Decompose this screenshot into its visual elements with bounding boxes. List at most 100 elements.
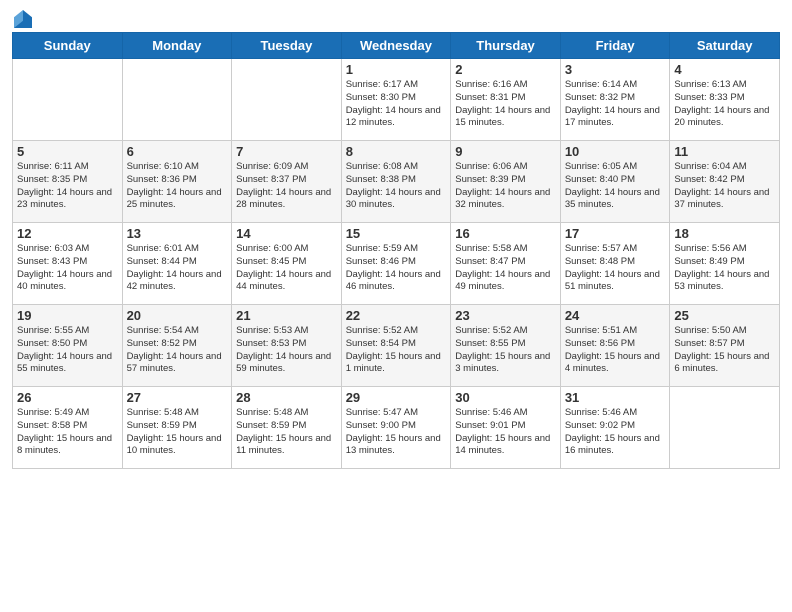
calendar-week-2: 5 Sunrise: 6:11 AMSunset: 8:35 PMDaylight… [13, 141, 780, 223]
day-info: Sunrise: 5:56 AMSunset: 8:49 PMDaylight:… [674, 243, 775, 294]
page-container: SundayMondayTuesdayWednesdayThursdayFrid… [0, 0, 792, 477]
calendar-cell: 11 Sunrise: 6:04 AMSunset: 8:42 PMDayligh… [670, 141, 780, 223]
calendar-cell: 22 Sunrise: 5:52 AMSunset: 8:54 PMDayligh… [341, 305, 451, 387]
calendar-cell: 1 Sunrise: 6:17 AMSunset: 8:30 PMDaylight… [341, 59, 451, 141]
calendar-cell: 16 Sunrise: 5:58 AMSunset: 8:47 PMDayligh… [451, 223, 561, 305]
calendar-cell [670, 387, 780, 469]
day-number: 29 [346, 390, 447, 405]
day-number: 26 [17, 390, 118, 405]
calendar-cell: 21 Sunrise: 5:53 AMSunset: 8:53 PMDayligh… [232, 305, 342, 387]
logo-text [12, 10, 32, 28]
calendar-cell: 28 Sunrise: 5:48 AMSunset: 8:59 PMDayligh… [232, 387, 342, 469]
calendar-cell [232, 59, 342, 141]
day-number: 16 [455, 226, 556, 241]
calendar-cell [13, 59, 123, 141]
calendar-cell: 18 Sunrise: 5:56 AMSunset: 8:49 PMDayligh… [670, 223, 780, 305]
day-number: 2 [455, 62, 556, 77]
day-number: 21 [236, 308, 337, 323]
calendar-cell: 20 Sunrise: 5:54 AMSunset: 8:52 PMDayligh… [122, 305, 232, 387]
day-number: 5 [17, 144, 118, 159]
calendar-table: SundayMondayTuesdayWednesdayThursdayFrid… [12, 32, 780, 469]
day-header-friday: Friday [560, 33, 670, 59]
day-info: Sunrise: 6:00 AMSunset: 8:45 PMDaylight:… [236, 243, 337, 294]
calendar-cell: 8Sunrise: 6:08 AMSunset: 8:38 PMDaylight… [341, 141, 451, 223]
calendar-cell: 17 Sunrise: 5:57 AMSunset: 8:48 PMDayligh… [560, 223, 670, 305]
calendar-cell: 6 Sunrise: 6:10 AMSunset: 8:36 PMDaylight… [122, 141, 232, 223]
day-info: Sunrise: 6:06 AMSunset: 8:39 PMDaylight:… [455, 161, 556, 212]
calendar-header-row: SundayMondayTuesdayWednesdayThursdayFrid… [13, 33, 780, 59]
day-header-saturday: Saturday [670, 33, 780, 59]
day-number: 18 [674, 226, 775, 241]
calendar-cell: 27 Sunrise: 5:48 AMSunset: 8:59 PMDayligh… [122, 387, 232, 469]
day-number: 1 [346, 62, 447, 77]
day-info: Sunrise: 6:11 AMSunset: 8:35 PMDaylight:… [17, 161, 118, 212]
calendar-cell: 30 Sunrise: 5:46 AMSunset: 9:01 PMDayligh… [451, 387, 561, 469]
calendar-week-3: 12 Sunrise: 6:03 AMSunset: 8:43 PMDayligh… [13, 223, 780, 305]
day-number: 9 [455, 144, 556, 159]
calendar-cell: 4 Sunrise: 6:13 AMSunset: 8:33 PMDaylight… [670, 59, 780, 141]
day-number: 6 [127, 144, 228, 159]
day-info: Sunrise: 5:54 AMSunset: 8:52 PMDaylight:… [127, 325, 228, 376]
calendar-cell: 29Sunrise: 5:47 AMSunset: 9:00 PMDayligh… [341, 387, 451, 469]
day-number: 20 [127, 308, 228, 323]
calendar-cell: 31 Sunrise: 5:46 AMSunset: 9:02 PMDayligh… [560, 387, 670, 469]
calendar-cell: 24 Sunrise: 5:51 AMSunset: 8:56 PMDayligh… [560, 305, 670, 387]
day-number: 13 [127, 226, 228, 241]
day-number: 19 [17, 308, 118, 323]
logo-icon [14, 10, 32, 28]
day-header-tuesday: Tuesday [232, 33, 342, 59]
day-number: 15 [346, 226, 447, 241]
day-number: 10 [565, 144, 666, 159]
day-number: 8 [346, 144, 447, 159]
day-header-wednesday: Wednesday [341, 33, 451, 59]
day-info: Sunrise: 5:51 AMSunset: 8:56 PMDaylight:… [565, 325, 666, 376]
day-info: Sunrise: 5:48 AMSunset: 8:59 PMDaylight:… [127, 407, 228, 458]
day-info: Sunrise: 6:10 AMSunset: 8:36 PMDaylight:… [127, 161, 228, 212]
day-info: Sunrise: 5:59 AMSunset: 8:46 PMDaylight:… [346, 243, 447, 294]
calendar-cell: 5 Sunrise: 6:11 AMSunset: 8:35 PMDaylight… [13, 141, 123, 223]
day-info: Sunrise: 6:09 AMSunset: 8:37 PMDaylight:… [236, 161, 337, 212]
day-info: Sunrise: 5:46 AMSunset: 9:01 PMDaylight:… [455, 407, 556, 458]
day-info: Sunrise: 5:52 AMSunset: 8:55 PMDaylight:… [455, 325, 556, 376]
day-info: Sunrise: 5:53 AMSunset: 8:53 PMDaylight:… [236, 325, 337, 376]
calendar-cell: 2Sunrise: 6:16 AMSunset: 8:31 PMDaylight… [451, 59, 561, 141]
day-info: Sunrise: 6:01 AMSunset: 8:44 PMDaylight:… [127, 243, 228, 294]
day-number: 28 [236, 390, 337, 405]
day-number: 30 [455, 390, 556, 405]
calendar-cell: 14 Sunrise: 6:00 AMSunset: 8:45 PMDayligh… [232, 223, 342, 305]
calendar-cell: 25 Sunrise: 5:50 AMSunset: 8:57 PMDayligh… [670, 305, 780, 387]
day-info: Sunrise: 5:57 AMSunset: 8:48 PMDaylight:… [565, 243, 666, 294]
day-info: Sunrise: 6:17 AMSunset: 8:30 PMDaylight:… [346, 79, 447, 130]
day-number: 31 [565, 390, 666, 405]
calendar-cell: 26Sunrise: 5:49 AMSunset: 8:58 PMDayligh… [13, 387, 123, 469]
day-info: Sunrise: 6:13 AMSunset: 8:33 PMDaylight:… [674, 79, 775, 130]
day-info: Sunrise: 6:04 AMSunset: 8:42 PMDaylight:… [674, 161, 775, 212]
calendar-week-4: 19 Sunrise: 5:55 AMSunset: 8:50 PMDayligh… [13, 305, 780, 387]
day-header-thursday: Thursday [451, 33, 561, 59]
day-header-monday: Monday [122, 33, 232, 59]
day-info: Sunrise: 6:05 AMSunset: 8:40 PMDaylight:… [565, 161, 666, 212]
calendar-cell: 7 Sunrise: 6:09 AMSunset: 8:37 PMDaylight… [232, 141, 342, 223]
day-number: 17 [565, 226, 666, 241]
day-number: 14 [236, 226, 337, 241]
day-number: 7 [236, 144, 337, 159]
day-number: 3 [565, 62, 666, 77]
day-number: 25 [674, 308, 775, 323]
calendar-cell: 13 Sunrise: 6:01 AMSunset: 8:44 PMDayligh… [122, 223, 232, 305]
day-header-sunday: Sunday [13, 33, 123, 59]
day-info: Sunrise: 5:52 AMSunset: 8:54 PMDaylight:… [346, 325, 447, 376]
day-info: Sunrise: 6:03 AMSunset: 8:43 PMDaylight:… [17, 243, 118, 294]
day-info: Sunrise: 5:55 AMSunset: 8:50 PMDaylight:… [17, 325, 118, 376]
day-number: 11 [674, 144, 775, 159]
day-number: 12 [17, 226, 118, 241]
day-info: Sunrise: 5:58 AMSunset: 8:47 PMDaylight:… [455, 243, 556, 294]
day-info: Sunrise: 5:48 AMSunset: 8:59 PMDaylight:… [236, 407, 337, 458]
day-number: 27 [127, 390, 228, 405]
calendar-cell [122, 59, 232, 141]
day-info: Sunrise: 5:46 AMSunset: 9:02 PMDaylight:… [565, 407, 666, 458]
day-number: 4 [674, 62, 775, 77]
calendar-cell: 15 Sunrise: 5:59 AMSunset: 8:46 PMDayligh… [341, 223, 451, 305]
day-info: Sunrise: 5:50 AMSunset: 8:57 PMDaylight:… [674, 325, 775, 376]
day-number: 24 [565, 308, 666, 323]
day-number: 22 [346, 308, 447, 323]
